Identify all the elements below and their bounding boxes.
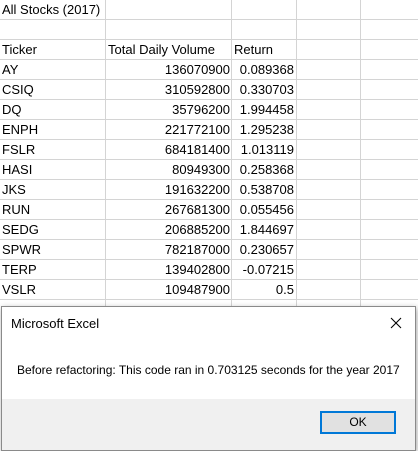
dialog-titlebar[interactable]: Microsoft Excel xyxy=(2,307,415,339)
return-cell[interactable]: 0.5 xyxy=(232,280,294,300)
return-cell[interactable]: 1.994458 xyxy=(232,100,294,120)
ticker-cell[interactable]: AY xyxy=(2,60,102,80)
volume-cell[interactable]: 684181400 xyxy=(106,140,230,160)
return-cell[interactable]: 0.055456 xyxy=(232,200,294,220)
return-cell[interactable]: 0.538708 xyxy=(232,180,294,200)
return-cell[interactable]: 0.089368 xyxy=(232,60,294,80)
ticker-cell[interactable]: SPWR xyxy=(2,240,102,260)
close-button[interactable] xyxy=(383,311,409,335)
return-cell[interactable]: -0.07215 xyxy=(232,260,294,280)
header-ticker-cell[interactable]: Ticker xyxy=(2,40,102,60)
ticker-cell[interactable]: ENPH xyxy=(2,120,102,140)
header-volume-cell[interactable]: Total Daily Volume xyxy=(108,40,230,60)
volume-cell[interactable]: 206885200 xyxy=(106,220,230,240)
ticker-cell[interactable]: VSLR xyxy=(2,280,102,300)
volume-cell[interactable]: 310592800 xyxy=(106,80,230,100)
column-gridline xyxy=(296,0,297,306)
ticker-cell[interactable]: CSIQ xyxy=(2,80,102,100)
ticker-cell[interactable]: SEDG xyxy=(2,220,102,240)
ticker-cell[interactable]: DQ xyxy=(2,100,102,120)
volume-cell[interactable]: 109487900 xyxy=(106,280,230,300)
dialog-message: Before refactoring: This code ran in 0.7… xyxy=(17,363,400,377)
volume-cell[interactable]: 782187000 xyxy=(106,240,230,260)
return-cell[interactable]: 0.330703 xyxy=(232,80,294,100)
return-cell[interactable]: 1.295238 xyxy=(232,120,294,140)
volume-cell[interactable]: 191632200 xyxy=(106,180,230,200)
return-cell[interactable]: 1.844697 xyxy=(232,220,294,240)
volume-cell[interactable]: 267681300 xyxy=(106,200,230,220)
close-icon xyxy=(390,317,402,329)
message-dialog: Microsoft Excel Before refactoring: This… xyxy=(1,306,416,451)
return-cell[interactable]: 0.258368 xyxy=(232,160,294,180)
dialog-title: Microsoft Excel xyxy=(11,316,100,331)
column-gridline xyxy=(360,0,361,306)
volume-cell[interactable]: 80949300 xyxy=(106,160,230,180)
ok-button[interactable]: OK xyxy=(320,411,396,434)
volume-cell[interactable]: 35796200 xyxy=(106,100,230,120)
dialog-footer: OK xyxy=(2,399,415,450)
ticker-cell[interactable]: HASI xyxy=(2,160,102,180)
header-return-cell[interactable]: Return xyxy=(234,40,294,60)
volume-cell[interactable]: 139402800 xyxy=(106,260,230,280)
volume-cell[interactable]: 136070900 xyxy=(106,60,230,80)
dialog-body: Before refactoring: This code ran in 0.7… xyxy=(2,339,415,399)
ticker-cell[interactable]: JKS xyxy=(2,180,102,200)
return-cell[interactable]: 0.230657 xyxy=(232,240,294,260)
ticker-cell[interactable]: FSLR xyxy=(2,140,102,160)
volume-cell[interactable]: 221772100 xyxy=(106,120,230,140)
ticker-cell[interactable]: RUN xyxy=(2,200,102,220)
ticker-cell[interactable]: TERP xyxy=(2,260,102,280)
sheet-title-cell[interactable]: All Stocks (2017) xyxy=(2,0,122,20)
return-cell[interactable]: 1.013119 xyxy=(232,140,294,160)
